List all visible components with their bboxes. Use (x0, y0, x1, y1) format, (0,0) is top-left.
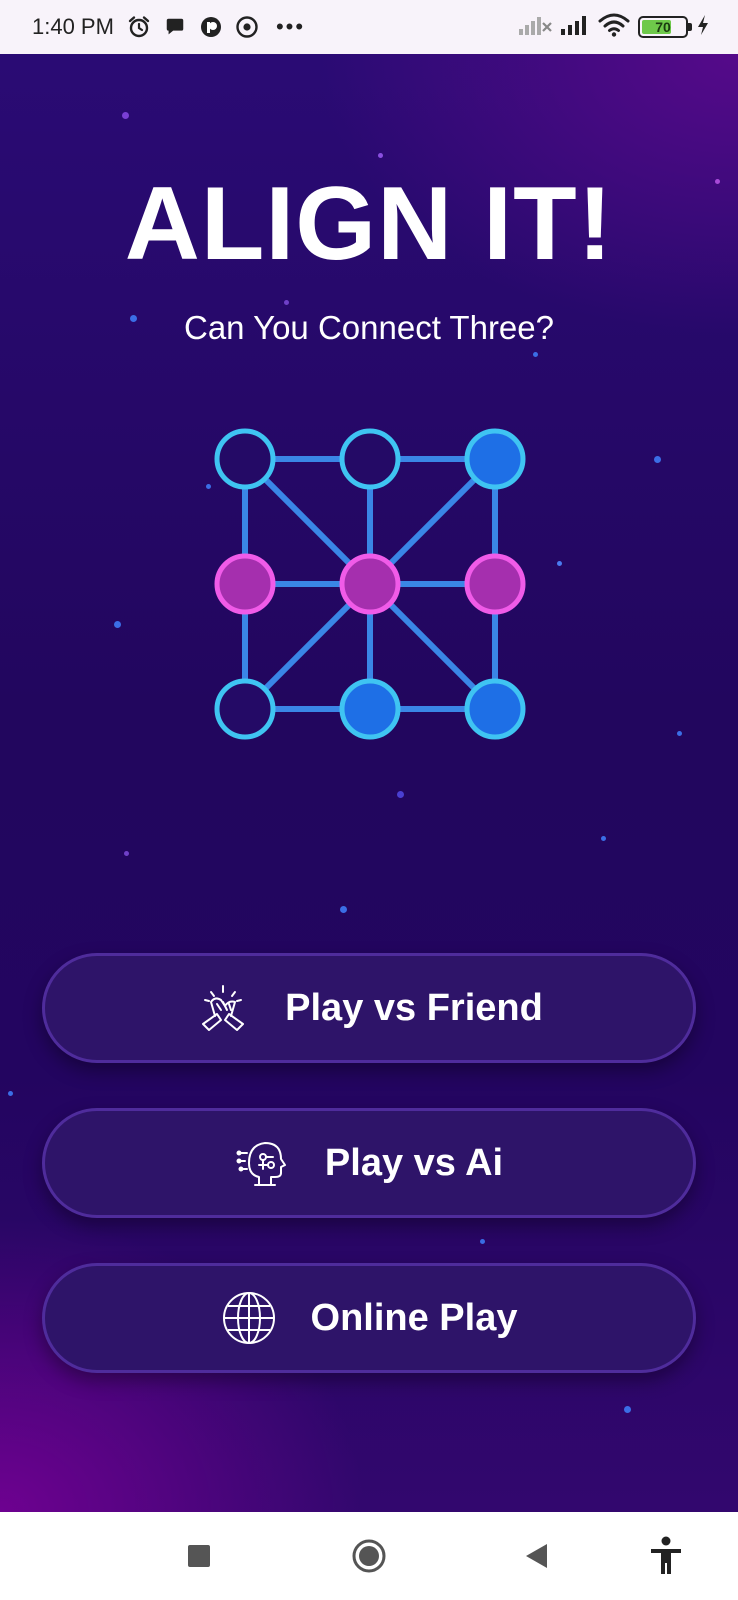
background-star (533, 352, 538, 357)
board-node-blue (464, 678, 526, 740)
background-star (677, 731, 682, 736)
background-star (378, 153, 383, 158)
board-node-empty (214, 678, 276, 740)
background-star (397, 791, 404, 798)
status-time: 1:40 PM (32, 14, 114, 39)
play-vs-friend-label: Play vs Friend (285, 986, 543, 1029)
status-left: 1:40 PM ••• (32, 0, 305, 54)
background-star (8, 1091, 13, 1096)
online-play-button[interactable]: Online Play (42, 1263, 696, 1373)
accessibility-icon[interactable] (644, 1534, 688, 1578)
play-vs-friend-button[interactable]: Play vs Friend (42, 953, 696, 1063)
online-play-label: Online Play (310, 1296, 518, 1339)
back-triangle-icon[interactable] (514, 1534, 558, 1578)
background-star (601, 836, 606, 841)
navigation-bar (0, 1512, 738, 1600)
record-icon (234, 14, 260, 40)
status-bar: 1:40 PM ••• 70 (0, 0, 738, 54)
background-star (480, 1239, 485, 1244)
status-right: 70 (518, 0, 710, 54)
board-node-blue (464, 428, 526, 490)
game-board-logo (214, 428, 526, 740)
background-star (122, 112, 129, 119)
board-node-empty (214, 428, 276, 490)
board-node-blue (339, 678, 401, 740)
battery-icon: 70 (638, 16, 692, 38)
background-star (284, 300, 289, 305)
background-star (124, 851, 129, 856)
no-signal-icon (518, 14, 552, 41)
handshake-icon (195, 980, 251, 1036)
background-star (654, 456, 661, 463)
battery-tip (688, 23, 692, 31)
play-vs-ai-label: Play vs Ai (324, 1141, 504, 1184)
app-notification-icon (198, 14, 224, 40)
play-vs-ai-button[interactable]: Play vs Ai (42, 1108, 696, 1218)
background-star (114, 621, 121, 628)
recents-square-icon[interactable] (177, 1534, 221, 1578)
app-screen: ALIGN IT! Can You Connect Three? Play vs… (0, 54, 738, 1512)
board-node-pink (339, 553, 401, 615)
globe-icon (221, 1290, 277, 1346)
ai-robot-head-icon (235, 1135, 291, 1191)
charging-icon (696, 14, 710, 41)
board-node-pink (464, 553, 526, 615)
chat-bubble-icon (162, 14, 188, 40)
board-node-empty (339, 428, 401, 490)
background-star (624, 1406, 631, 1413)
signal-icon (560, 14, 590, 41)
more-notifications-icon: ••• (275, 14, 306, 39)
app-subtitle: Can You Connect Three? (183, 309, 554, 346)
background-star (557, 561, 562, 566)
battery-percent: 70 (655, 19, 671, 35)
background-star (340, 906, 347, 913)
alarm-icon (126, 14, 152, 40)
wifi-icon (598, 13, 630, 42)
board-node-pink (214, 553, 276, 615)
home-circle-icon[interactable] (347, 1534, 391, 1578)
app-title: ALIGN IT! (124, 166, 614, 282)
